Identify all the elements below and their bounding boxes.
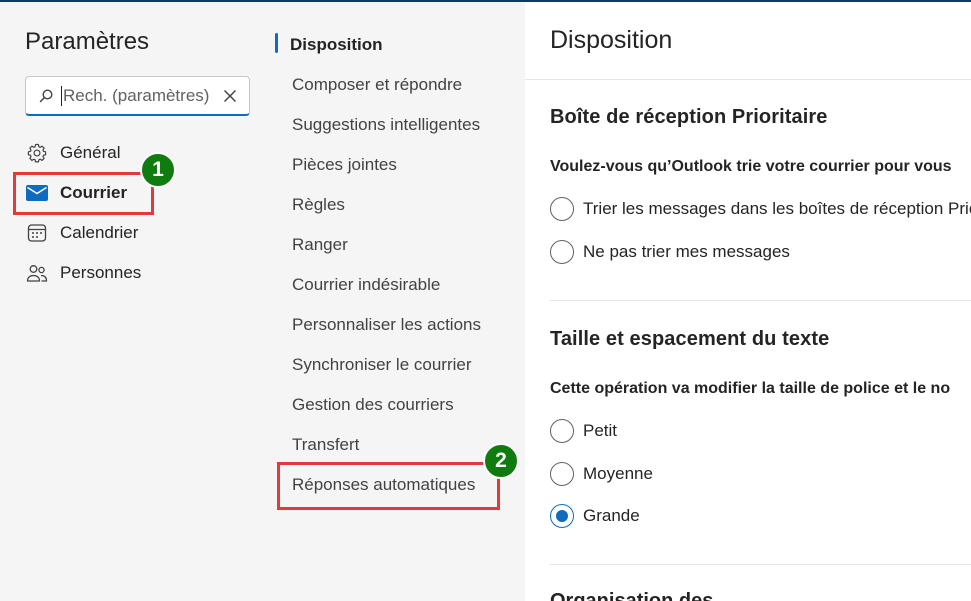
nav-item-label: Personnes <box>60 263 142 282</box>
settings-search-box[interactable]: Rech. (paramètres) <box>25 76 250 116</box>
settings-title: Paramètres <box>25 28 150 55</box>
radio-button[interactable] <box>550 197 574 221</box>
step-badge-1: 1 <box>140 152 176 188</box>
radio-label: Grande <box>583 506 640 525</box>
settings-pane: Paramètres Rech. (paramètres) Général Co… <box>0 2 275 601</box>
mail-subnav: Disposition Composer et répondre Suggest… <box>275 2 525 601</box>
subnav-sync-email[interactable]: Synchroniser le courrier <box>292 355 472 375</box>
subnav-message-handling[interactable]: Gestion des courriers <box>292 395 454 415</box>
header-divider <box>525 79 971 80</box>
radio-size-small[interactable]: Petit <box>550 419 617 443</box>
section-divider <box>550 300 971 301</box>
next-section-heading: Organisation des <box>550 590 714 601</box>
page-title: Disposition <box>550 26 673 54</box>
radio-size-medium[interactable]: Moyenne <box>550 462 653 486</box>
text-size-heading: Taille et espacement du texte <box>550 328 830 350</box>
search-icon <box>39 88 53 102</box>
subnav-smart-suggestions[interactable]: Suggestions intelligentes <box>292 115 480 135</box>
section-divider <box>550 564 971 565</box>
subnav-customize-actions[interactable]: Personnaliser les actions <box>292 315 481 335</box>
radio-label: Petit <box>583 421 618 440</box>
radio-dont-sort[interactable]: Ne pas trier mes messages <box>550 240 790 264</box>
step-badge-2: 2 <box>483 443 519 479</box>
radio-label: Moyenne <box>583 464 653 483</box>
radio-label: Trier les messages dans les boîtes de ré… <box>583 199 971 218</box>
highlight-box-auto-replies <box>277 462 500 510</box>
nav-item-general[interactable]: Général <box>25 138 120 168</box>
radio-size-large[interactable]: Grande <box>550 504 640 528</box>
subnav-rules[interactable]: Règles <box>292 195 345 215</box>
focused-inbox-heading: Boîte de réception Prioritaire <box>550 106 828 128</box>
nav-item-calendar[interactable]: Calendrier <box>25 218 138 248</box>
subnav-compose-reply[interactable]: Composer et répondre <box>292 75 462 95</box>
focused-inbox-question: Voulez-vous qu’Outlook trie votre courri… <box>550 158 952 175</box>
subnav-layout[interactable]: Disposition <box>290 35 383 55</box>
nav-item-people[interactable]: Personnes <box>25 258 141 288</box>
subnav-attachments[interactable]: Pièces jointes <box>292 155 397 175</box>
subnav-forwarding[interactable]: Transfert <box>292 435 359 455</box>
layout-settings-panel: Disposition Boîte de réception Prioritai… <box>525 2 971 601</box>
highlight-box-mail <box>13 172 154 215</box>
radio-sort-focused[interactable]: Trier les messages dans les boîtes de ré… <box>550 197 971 221</box>
selected-indicator <box>275 33 278 53</box>
radio-button[interactable] <box>550 462 574 486</box>
text-size-description: Cette opération va modifier la taille de… <box>550 380 951 397</box>
subnav-sweep[interactable]: Ranger <box>292 235 348 255</box>
radio-button[interactable] <box>550 419 574 443</box>
radio-button[interactable] <box>550 240 574 264</box>
radio-button-selected[interactable] <box>550 504 574 528</box>
radio-label: Ne pas trier mes messages <box>583 242 790 261</box>
nav-item-label: Général <box>60 143 121 162</box>
subnav-junk[interactable]: Courrier indésirable <box>292 275 440 295</box>
text-caret <box>61 85 62 106</box>
clear-icon[interactable] <box>223 89 237 103</box>
nav-item-label: Calendrier <box>60 223 139 242</box>
people-icon <box>25 261 49 285</box>
gear-icon <box>25 141 49 165</box>
search-input[interactable]: Rech. (paramètres) <box>63 86 223 106</box>
calendar-icon <box>25 221 49 245</box>
